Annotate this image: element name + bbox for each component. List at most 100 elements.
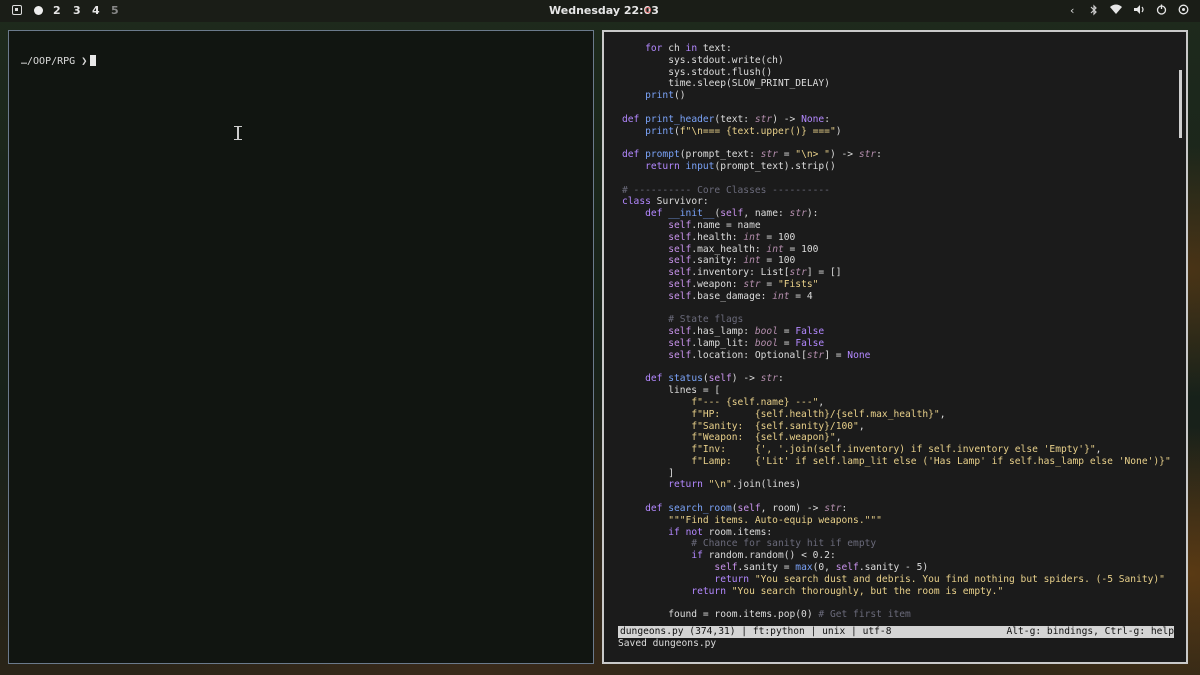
code-token: Survivor: — [650, 196, 709, 208]
code-token: # State flags — [622, 314, 744, 326]
workspace-5[interactable]: 5 — [111, 4, 119, 17]
code-token: , — [858, 420, 865, 432]
code-line[interactable]: # ---------- Core Classes ---------- — [622, 185, 1178, 197]
code-token: (prompt_text: — [679, 149, 761, 161]
code-line[interactable]: print(f"\n=== {text.upper()} ===") — [622, 126, 1178, 138]
power-icon[interactable] — [1156, 4, 1167, 18]
left-terminal-window[interactable]: …/OOP/RPG ❯ — [8, 30, 594, 664]
code-line[interactable] — [622, 137, 1178, 149]
code-line[interactable]: if random.random() < 0.2: — [622, 550, 1178, 562]
workspace-3[interactable]: 3 — [73, 4, 81, 17]
workspace-2[interactable]: 2 — [53, 4, 61, 17]
code-line[interactable]: """Find items. Auto-equip weapons.""" — [622, 515, 1178, 527]
code-line[interactable]: f"Sanity: {self.sanity}/100", — [622, 421, 1178, 433]
code-line[interactable]: f"Lamp: {'Lit' if self.lamp_lit else ('H… — [622, 456, 1178, 468]
code-line[interactable] — [622, 362, 1178, 374]
code-line[interactable]: sys.stdout.write(ch) — [622, 55, 1178, 67]
code-line[interactable]: def status(self) -> str: — [622, 373, 1178, 385]
code-line[interactable]: f"HP: {self.health}/{self.max_health}", — [622, 409, 1178, 421]
code-line[interactable]: def __init__(self, name: str): — [622, 208, 1178, 220]
code-buffer[interactable]: for ch in text: sys.stdout.write(ch) sys… — [622, 43, 1178, 627]
code-line[interactable]: self.health: int = 100 — [622, 232, 1178, 244]
code-line[interactable] — [622, 303, 1178, 315]
code-token: .location: Optional[ — [691, 349, 807, 361]
code-line[interactable]: self.base_damage: int = 4 — [622, 291, 1178, 303]
code-line[interactable]: lines = [ — [622, 385, 1178, 397]
code-line[interactable]: print() — [622, 90, 1178, 102]
code-line[interactable]: self.sanity = max(0, self.sanity - 5) — [622, 562, 1178, 574]
code-line[interactable] — [622, 173, 1178, 185]
code-token: return — [645, 160, 680, 172]
code-token: .weapon: — [691, 278, 744, 290]
code-line[interactable]: f"--- {self.name} ---", — [622, 397, 1178, 409]
code-line[interactable]: time.sleep(SLOW_PRINT_DELAY) — [622, 78, 1178, 90]
code-line[interactable]: for ch in text: — [622, 43, 1178, 55]
code-line[interactable]: return "You search thoroughly, but the r… — [622, 586, 1178, 598]
code-token: ) — [835, 125, 842, 137]
code-line[interactable]: self.weapon: str = "Fists" — [622, 279, 1178, 291]
code-token: str — [760, 149, 778, 161]
code-line[interactable]: found = room.items.pop(0) # Get first it… — [622, 609, 1178, 621]
code-token: (text: — [714, 113, 755, 125]
code-token: str — [789, 267, 807, 279]
code-token: = — [777, 326, 796, 338]
editor-window[interactable]: for ch in text: sys.stdout.write(ch) sys… — [602, 30, 1188, 664]
code-token: self — [668, 349, 692, 361]
code-line[interactable] — [622, 491, 1178, 503]
code-line[interactable]: if not room.items: — [622, 527, 1178, 539]
code-token: = — [777, 337, 796, 349]
code-line[interactable]: self.lamp_lit: bool = False — [622, 338, 1178, 350]
code-token: return — [691, 585, 726, 597]
code-token: return — [668, 479, 703, 491]
code-token: self — [668, 290, 692, 302]
code-line[interactable]: self.has_lamp: bool = False — [622, 326, 1178, 338]
code-token: , — [835, 432, 842, 444]
code-token: ): — [806, 208, 819, 220]
code-line[interactable] — [622, 102, 1178, 114]
wifi-icon[interactable] — [1110, 4, 1122, 18]
code-line[interactable]: self.max_health: int = 100 — [622, 244, 1178, 256]
workspace-1-active-indicator[interactable] — [34, 6, 43, 15]
code-token: .has_lamp: — [691, 326, 755, 338]
code-token: str — [858, 149, 877, 161]
volume-icon[interactable] — [1134, 4, 1146, 18]
code-token: (prompt_text).strip() — [714, 160, 836, 172]
code-line[interactable]: # Chance for sanity hit if empty — [622, 538, 1178, 550]
editor-scrollbar[interactable] — [1179, 70, 1182, 138]
bluetooth-icon[interactable] — [1090, 4, 1098, 19]
code-line[interactable]: class Survivor: — [622, 196, 1178, 208]
code-line[interactable]: return "\n".join(lines) — [622, 479, 1178, 491]
settings-icon[interactable] — [1178, 4, 1189, 18]
workspace-4[interactable]: 4 — [92, 4, 100, 17]
code-token: False — [795, 326, 825, 338]
code-line[interactable]: f"Weapon: {self.weapon}", — [622, 432, 1178, 444]
code-line[interactable]: self.name = name — [622, 220, 1178, 232]
code-line[interactable]: # State flags — [622, 314, 1178, 326]
code-line[interactable]: def prompt(prompt_text: str = "\n> ") ->… — [622, 149, 1178, 161]
code-line[interactable] — [622, 597, 1178, 609]
code-line[interactable]: ] — [622, 468, 1178, 480]
workspace-overview-icon[interactable] — [12, 5, 22, 15]
code-line[interactable]: def search_room(self, room) -> str: — [622, 503, 1178, 515]
code-line[interactable]: self.sanity: int = 100 — [622, 255, 1178, 267]
code-line[interactable]: self.inventory: List[str] = [] — [622, 267, 1178, 279]
code-line[interactable]: return "You search dust and debris. You … — [622, 574, 1178, 586]
editor-statusline: dungeons.py (374,31) | ft:python | unix … — [618, 626, 1174, 638]
code-line[interactable]: sys.stdout.flush() — [622, 67, 1178, 79]
code-line[interactable]: return input(prompt_text).strip() — [622, 161, 1178, 173]
top-bar: 2 3 4 5 Wednesday 22:03 ‹ — [0, 0, 1200, 22]
code-line[interactable]: f"Inv: {', '.join(self.inventory) if sel… — [622, 444, 1178, 456]
code-token: .health: — [691, 231, 744, 243]
chevron-left-icon[interactable]: ‹ — [1070, 4, 1074, 17]
code-token: ) -> — [731, 373, 761, 385]
clock[interactable]: Wednesday 22:03 — [549, 4, 659, 17]
code-line[interactable]: def print_header(text: str) -> None: — [622, 114, 1178, 126]
code-line[interactable]: self.location: Optional[str] = None — [622, 350, 1178, 362]
code-token: self — [668, 267, 692, 279]
